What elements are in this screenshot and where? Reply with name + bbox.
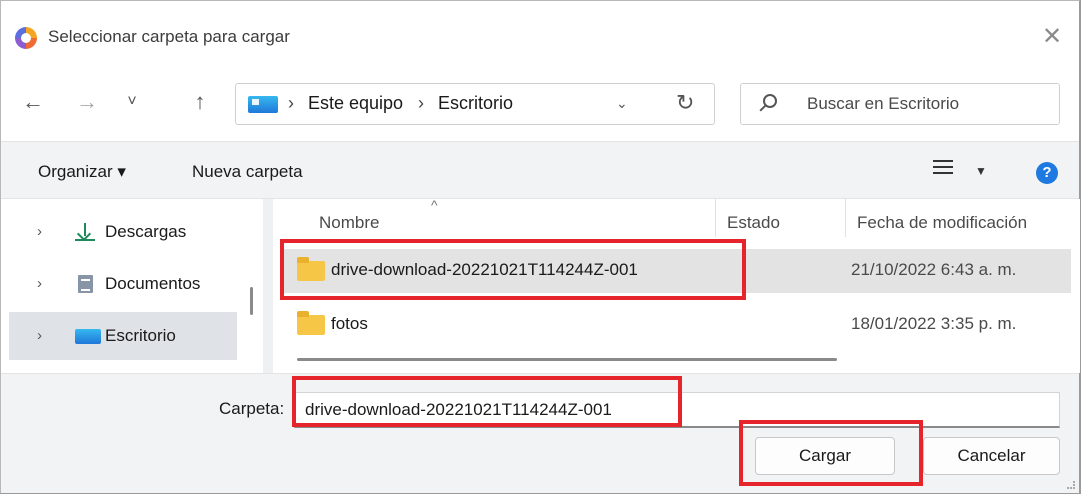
column-header-modified[interactable]: Fecha de modificación bbox=[857, 213, 1027, 233]
folder-field-label: Carpeta: bbox=[219, 399, 285, 418]
expand-chevron-icon[interactable]: › bbox=[37, 275, 42, 292]
upload-folder-dialog: Seleccionar carpeta para cargar ✕ ← → ˅ … bbox=[0, 0, 1081, 494]
breadcrumb-separator: › bbox=[418, 93, 424, 113]
resize-grip-icon[interactable] bbox=[1067, 481, 1075, 489]
expand-chevron-icon[interactable]: › bbox=[37, 223, 42, 240]
back-icon[interactable]: ← bbox=[18, 87, 48, 117]
title-bar: Seleccionar carpeta para cargar ✕ bbox=[1, 1, 1079, 67]
dialog-footer: Carpeta: Cargar Cancelar bbox=[1, 373, 1079, 493]
navigation-pane: › Descargas › Documentos › Escritorio bbox=[1, 199, 263, 373]
address-dropdown-icon[interactable]: ⌄ bbox=[616, 95, 628, 112]
recent-locations-icon[interactable]: ˅ bbox=[117, 87, 147, 117]
folder-icon bbox=[297, 311, 325, 335]
file-row-drive-download[interactable]: drive-download-20221021T114244Z-001 21/1… bbox=[281, 249, 1071, 293]
breadcrumb-separator: › bbox=[288, 93, 294, 113]
sidebar-item-documents[interactable]: › Documentos bbox=[9, 260, 237, 308]
sidebar-item-label: Descargas bbox=[105, 222, 187, 241]
sidebar-item-downloads[interactable]: › Descargas bbox=[9, 208, 237, 256]
sidebar-item-label: Escritorio bbox=[105, 326, 176, 345]
search-placeholder: Buscar en Escritorio bbox=[807, 94, 960, 113]
upload-button[interactable]: Cargar bbox=[755, 437, 895, 475]
navigation-row: ← → ˅ ↑ › Este equipo › Escritorio ⌄ ↻ B… bbox=[1, 67, 1079, 141]
column-header-name[interactable]: Nombre bbox=[319, 213, 379, 233]
close-icon[interactable]: ✕ bbox=[1035, 20, 1069, 54]
download-icon bbox=[75, 223, 95, 241]
refresh-icon[interactable]: ↻ bbox=[676, 90, 694, 116]
horizontal-scrollbar[interactable] bbox=[297, 358, 837, 361]
window-title: Seleccionar carpeta para cargar bbox=[48, 27, 290, 46]
expand-chevron-icon[interactable]: › bbox=[37, 327, 42, 344]
new-folder-button[interactable]: Nueva carpeta bbox=[192, 162, 303, 182]
file-name: drive-download-20221021T114244Z-001 bbox=[331, 260, 638, 279]
file-row-fotos[interactable]: fotos 18/01/2022 3:35 p. m. bbox=[281, 303, 1071, 347]
documents-icon bbox=[78, 275, 93, 293]
pane-divider[interactable] bbox=[263, 199, 273, 373]
file-name: fotos bbox=[331, 314, 368, 333]
command-bar: Organizar ▾ Nueva carpeta ▼ ? bbox=[1, 141, 1079, 199]
view-dropdown-icon[interactable]: ▼ bbox=[975, 164, 987, 178]
sidebar-item-label: Documentos bbox=[105, 274, 201, 293]
view-list-icon[interactable] bbox=[933, 160, 953, 176]
app-logo-icon bbox=[15, 27, 37, 49]
sort-ascending-icon: ^ bbox=[431, 197, 438, 213]
breadcrumb-this-pc[interactable]: Este equipo bbox=[308, 93, 403, 114]
search-icon bbox=[763, 94, 777, 108]
column-header-status[interactable]: Estado bbox=[727, 213, 780, 233]
sidebar-item-desktop[interactable]: › Escritorio bbox=[9, 312, 237, 360]
file-modified-date: 21/10/2022 6:43 a. m. bbox=[851, 260, 1017, 279]
forward-icon[interactable]: → bbox=[72, 87, 102, 117]
up-folder-icon[interactable]: ↑ bbox=[185, 87, 215, 117]
folder-icon bbox=[297, 257, 325, 281]
sidebar-scrollbar[interactable] bbox=[250, 287, 253, 315]
breadcrumb-desktop[interactable]: Escritorio bbox=[438, 93, 513, 114]
column-divider[interactable] bbox=[715, 199, 716, 237]
column-divider[interactable] bbox=[845, 199, 846, 237]
desktop-icon bbox=[75, 329, 101, 344]
organize-menu-button[interactable]: Organizar ▾ bbox=[38, 162, 126, 182]
file-list: ^ Nombre Estado Fecha de modificación dr… bbox=[273, 197, 1080, 373]
help-icon[interactable]: ? bbox=[1036, 162, 1058, 184]
search-input[interactable]: Buscar en Escritorio bbox=[740, 83, 1060, 125]
address-bar[interactable]: › Este equipo › Escritorio ⌄ ↻ bbox=[235, 83, 715, 125]
cancel-button[interactable]: Cancelar bbox=[923, 437, 1060, 475]
file-modified-date: 18/01/2022 3:35 p. m. bbox=[851, 314, 1017, 333]
this-pc-icon bbox=[248, 96, 278, 113]
folder-name-input[interactable] bbox=[294, 392, 1060, 428]
